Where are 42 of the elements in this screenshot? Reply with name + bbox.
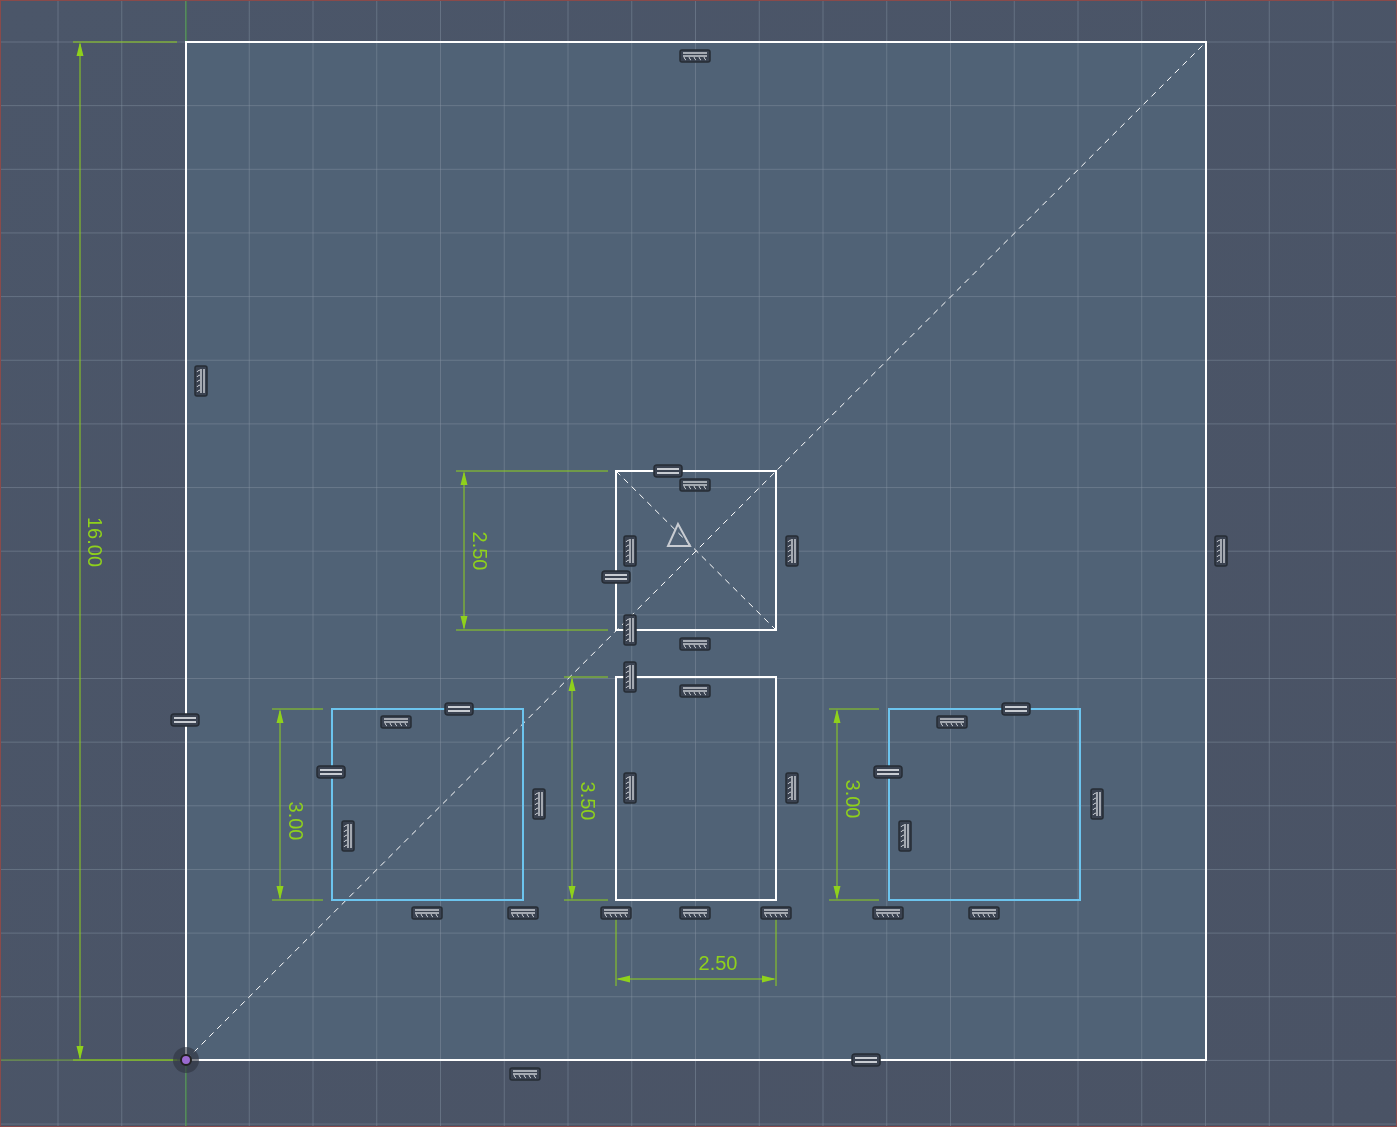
- horizontal-constraint-icon: [507, 906, 539, 920]
- horizontal-constraint-icon: [872, 906, 904, 920]
- equal-constraint-icon: [1001, 702, 1031, 716]
- horizontal-constraint-icon: [679, 906, 711, 920]
- dimension-value[interactable]: 16.00: [84, 516, 106, 568]
- dimension-value[interactable]: 3.00: [285, 801, 307, 841]
- vertical-constraint-icon: [341, 820, 355, 852]
- vertical-constraint-icon: [785, 535, 799, 567]
- vertical-constraint-icon: [898, 820, 912, 852]
- horizontal-constraint-icon: [600, 906, 632, 920]
- equal-constraint-icon: [653, 464, 683, 478]
- horizontal-constraint-icon: [679, 637, 711, 651]
- horizontal-constraint-icon: [679, 478, 711, 492]
- horizontal-constraint-icon: [509, 1067, 541, 1081]
- vertical-constraint-icon: [623, 661, 637, 693]
- equal-constraint-icon: [444, 702, 474, 716]
- vertical-constraint-icon: [623, 772, 637, 804]
- horizontal-constraint-icon: [679, 49, 711, 63]
- horizontal-constraint-icon: [760, 906, 792, 920]
- horizontal-constraint-icon: [380, 715, 412, 729]
- triangle-icon: [666, 521, 692, 547]
- vertical-constraint-icon: [532, 788, 546, 820]
- origin-point-icon[interactable]: [173, 1047, 199, 1073]
- equal-constraint-icon: [873, 765, 903, 779]
- horizontal-constraint-icon: [679, 684, 711, 698]
- vertical-constraint-icon: [623, 535, 637, 567]
- equal-constraint-icon: [851, 1053, 881, 1067]
- vertical-constraint-icon: [194, 365, 208, 397]
- dimension-value[interactable]: 3.00: [842, 779, 864, 819]
- dimension-value[interactable]: 3.50: [577, 781, 599, 821]
- horizontal-constraint-icon: [411, 906, 443, 920]
- horizontal-constraint-icon: [968, 906, 1000, 920]
- equal-constraint-icon: [170, 713, 200, 727]
- vertical-constraint-icon: [623, 614, 637, 646]
- vertical-constraint-icon: [1090, 788, 1104, 820]
- dimension-value[interactable]: 2.50: [469, 531, 491, 571]
- vertical-constraint-icon: [785, 772, 799, 804]
- vertical-constraint-icon: [1214, 535, 1228, 567]
- equal-constraint-icon: [316, 765, 346, 779]
- dimension-value[interactable]: 2.50: [698, 952, 738, 974]
- horizontal-constraint-icon: [936, 715, 968, 729]
- equal-constraint-icon: [601, 570, 631, 584]
